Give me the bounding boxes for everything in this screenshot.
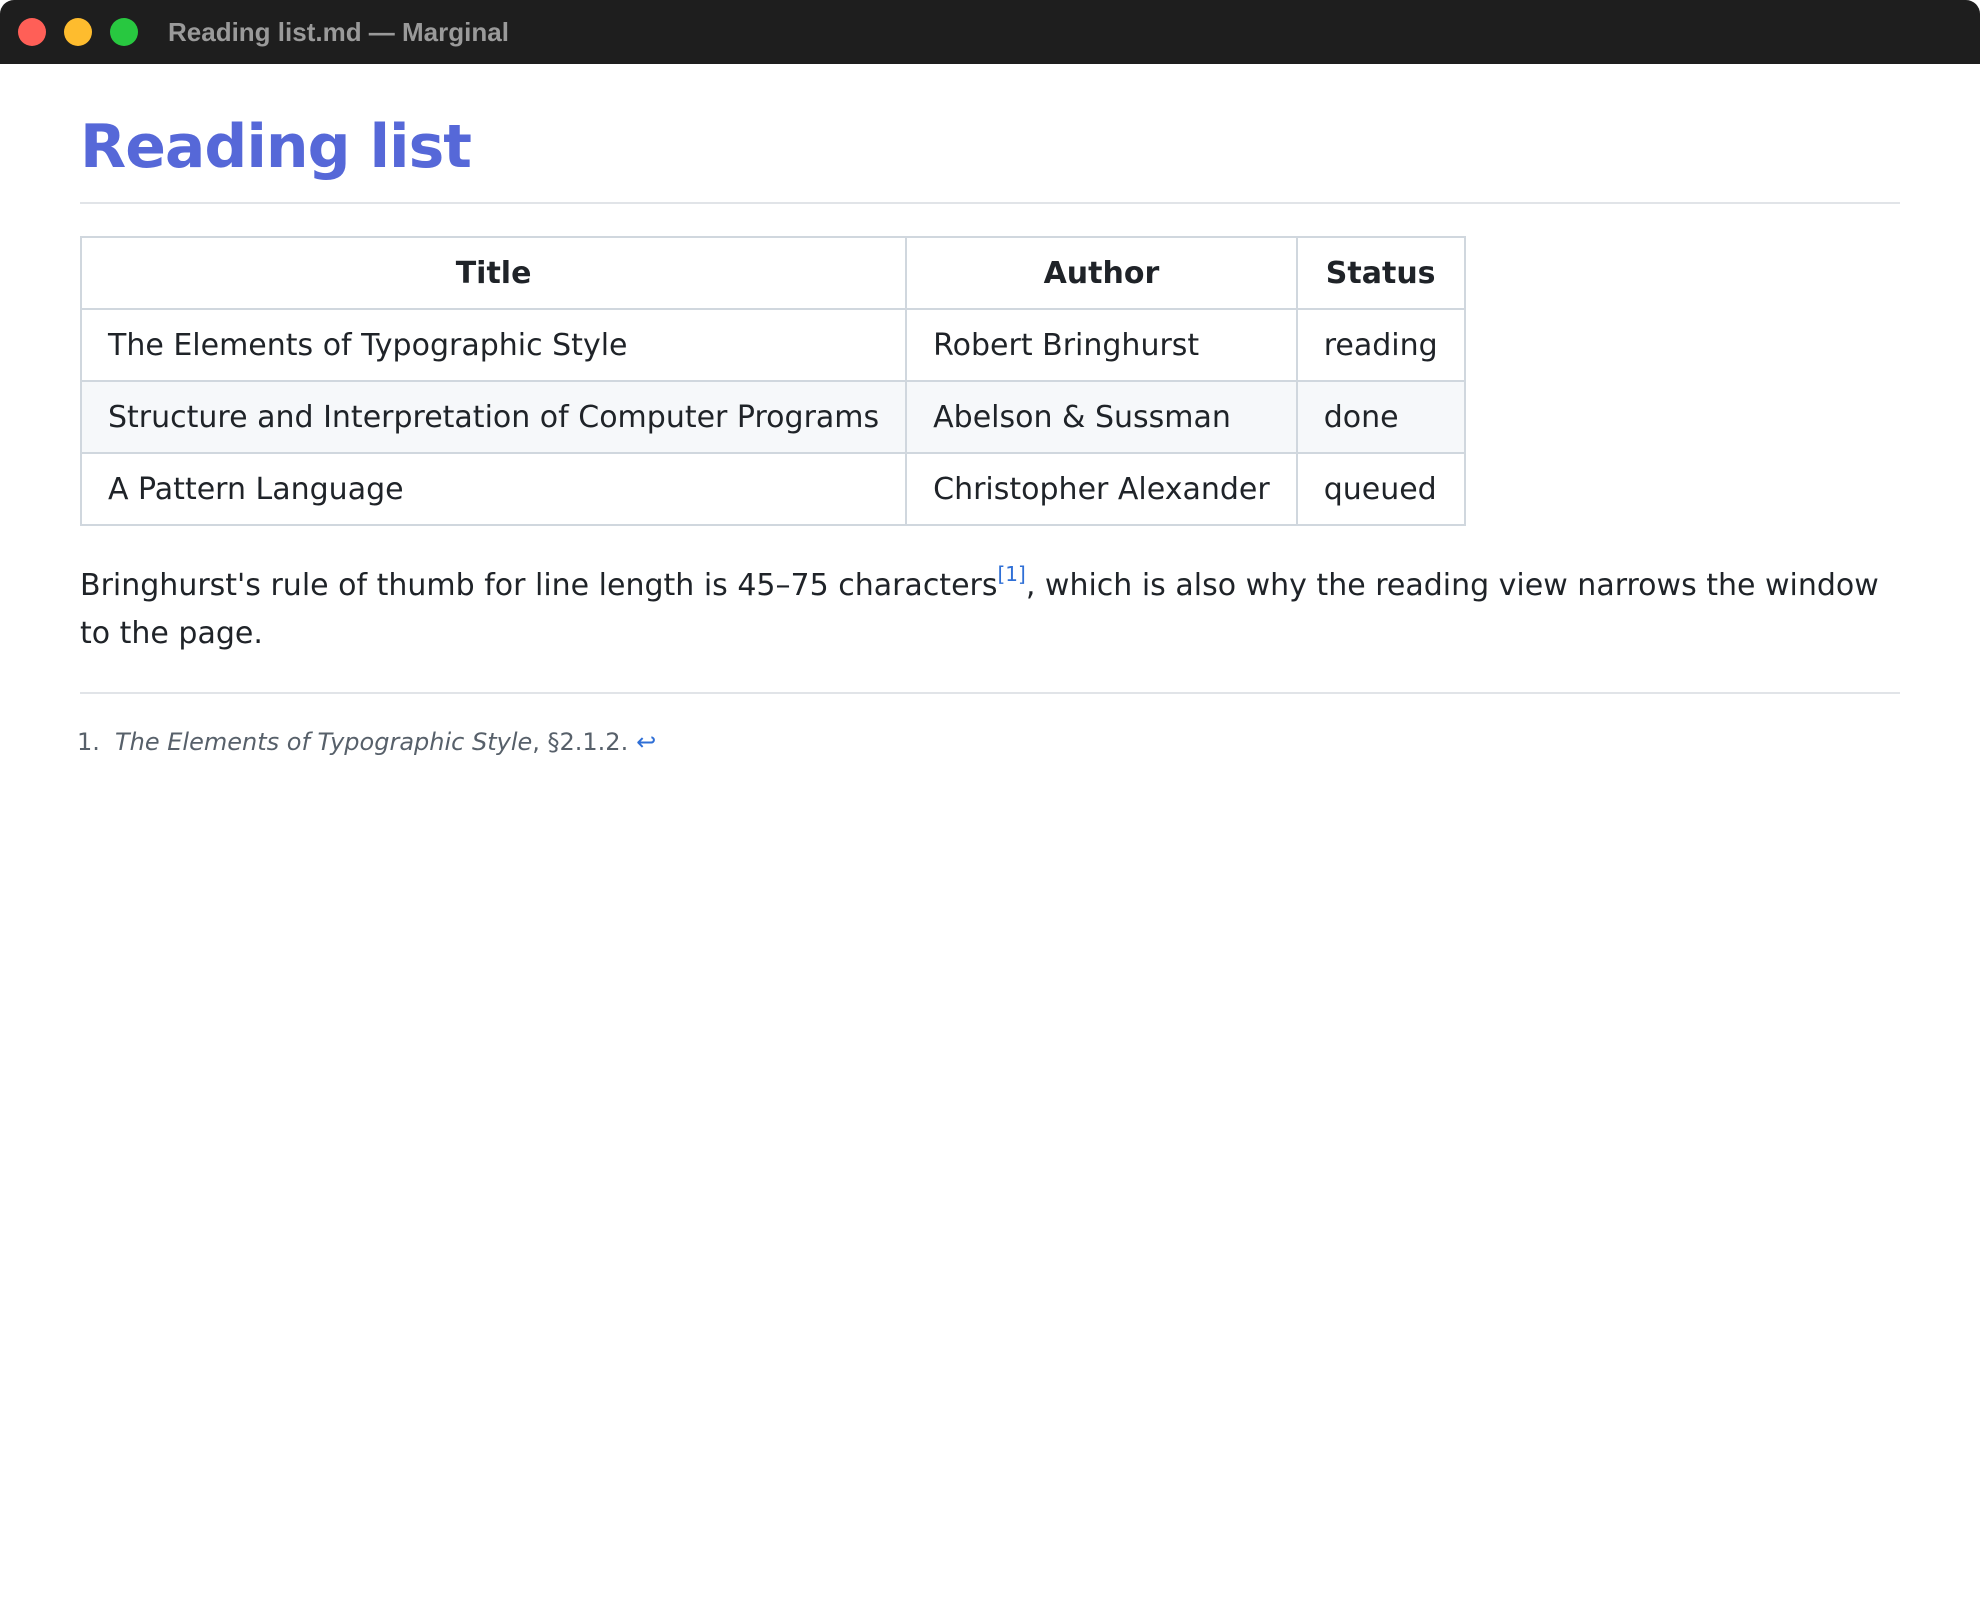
close-window-button[interactable] bbox=[18, 18, 46, 46]
cell-author: Abelson & Sussman bbox=[905, 380, 1298, 454]
app-window: Reading list.md — Marginal Reading list … bbox=[0, 0, 1980, 1600]
document-view: Reading list Title Author Status The Ele… bbox=[77, 64, 1900, 756]
footnote-backref-icon[interactable]: ↩ bbox=[636, 728, 656, 756]
cell-title: Structure and Interpretation of Computer… bbox=[79, 380, 908, 454]
footnotes-divider bbox=[80, 692, 1900, 694]
footnote-text: , §2.1.2. bbox=[532, 728, 629, 756]
column-header-author: Author bbox=[905, 236, 1298, 310]
footnotes-list: 1. The Elements of Typographic Style, §2… bbox=[77, 728, 1900, 756]
footnote-reference-link[interactable]: [1] bbox=[998, 562, 1026, 586]
table-header-row: Title Author Status bbox=[79, 236, 1466, 310]
footnote-item: 1. The Elements of Typographic Style, §2… bbox=[77, 728, 1900, 756]
table-row: Structure and Interpretation of Computer… bbox=[79, 380, 1466, 454]
cell-status: reading bbox=[1295, 308, 1466, 382]
cell-author: Robert Bringhurst bbox=[905, 308, 1298, 382]
minimize-window-button[interactable] bbox=[64, 18, 92, 46]
page-title: Reading list bbox=[80, 112, 472, 182]
cell-status: done bbox=[1295, 380, 1466, 454]
column-header-title: Title bbox=[79, 236, 908, 310]
body-paragraph: Bringhurst's rule of thumb for line leng… bbox=[80, 562, 1910, 658]
cell-status: queued bbox=[1295, 452, 1466, 526]
heading-divider bbox=[80, 202, 1900, 204]
title-bar[interactable]: Reading list.md — Marginal bbox=[0, 0, 1980, 64]
footnote-number: 1. bbox=[77, 728, 100, 756]
footnote-title: The Elements of Typographic Style bbox=[115, 728, 533, 756]
column-header-status: Status bbox=[1295, 236, 1466, 310]
paragraph-text-start: Bringhurst's rule of thumb for line leng… bbox=[80, 568, 998, 603]
cell-title: A Pattern Language bbox=[79, 452, 908, 526]
reading-table: Title Author Status The Elements of Typo… bbox=[79, 236, 1466, 526]
window-title: Reading list.md — Marginal bbox=[168, 17, 509, 47]
cell-author: Christopher Alexander bbox=[905, 452, 1298, 526]
table-row: A Pattern Language Christopher Alexander… bbox=[79, 452, 1466, 526]
zoom-window-button[interactable] bbox=[110, 18, 138, 46]
table-row: The Elements of Typographic Style Robert… bbox=[79, 308, 1466, 382]
cell-title: The Elements of Typographic Style bbox=[79, 308, 908, 382]
